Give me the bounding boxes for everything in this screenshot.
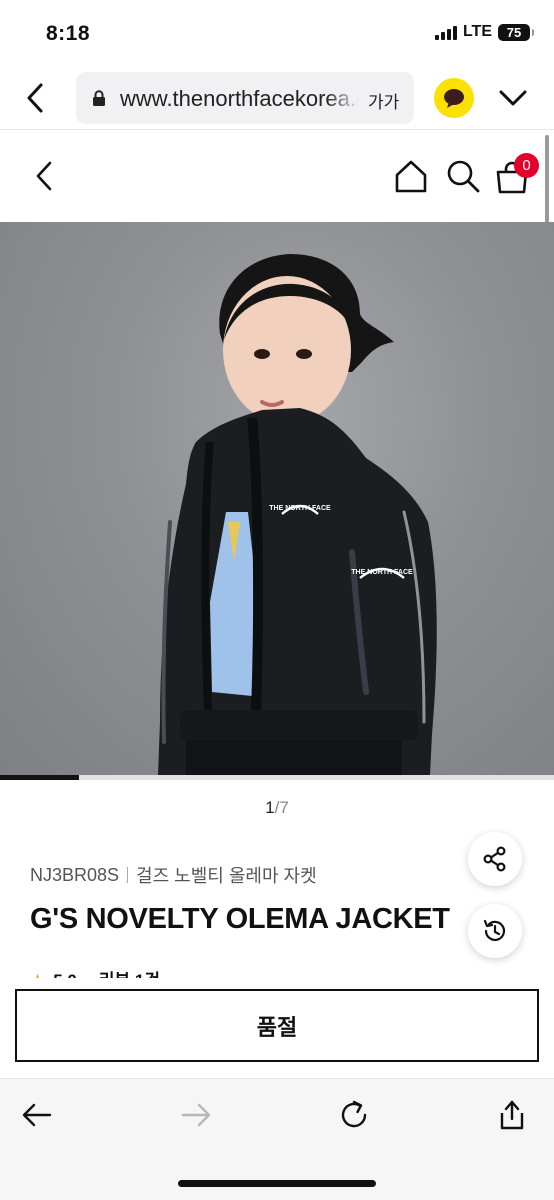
browser-more-button[interactable] — [496, 80, 530, 116]
pager-current: 1 — [265, 798, 275, 817]
pager-total: /7 — [274, 798, 289, 817]
status-bar: 8:18 LTE 75 — [0, 0, 554, 66]
url-text: www.thenorthfacekorea.co.kr — [120, 86, 358, 111]
back-chevron-icon — [27, 83, 43, 113]
purchase-bar: 품절 — [0, 978, 554, 1076]
left-eye — [254, 349, 270, 359]
product-name: G'S NOVELTY OLEMA JACKET — [30, 903, 450, 935]
chevron-down-icon — [499, 90, 527, 106]
share-icon — [500, 1100, 524, 1130]
model-photo: THE NORTH FACE THE NORTH FACE — [158, 254, 437, 775]
home-indicator[interactable] — [178, 1180, 376, 1187]
status-time: 8:18 — [46, 22, 91, 45]
kakaotalk-icon — [444, 89, 464, 108]
cart-count-badge: 0 — [514, 153, 539, 178]
gallery-pager: 1/7 — [0, 798, 554, 818]
search-icon — [447, 160, 480, 193]
status-indicators: LTE 75 — [434, 23, 534, 41]
home-button[interactable] — [392, 157, 430, 195]
sleeve-logo-text: THE NORTH FACE — [351, 569, 413, 576]
reload-icon — [341, 1100, 367, 1128]
gallery-progress-track — [0, 775, 554, 780]
meta-divider — [127, 867, 129, 883]
chest-logo-text: THE NORTH FACE — [269, 505, 331, 512]
product-korean-name: 걸즈 노벨티 올레마 자켓 — [136, 866, 317, 886]
browser-back-button[interactable] — [18, 78, 52, 118]
browser-address-bar: www.thenorthfacekorea.co.kr 가가 — [0, 66, 554, 130]
toolbar-share-button[interactable] — [492, 1095, 532, 1135]
share-icon — [483, 846, 506, 872]
recently-viewed-button[interactable] — [468, 904, 522, 958]
trousers — [186, 740, 402, 775]
back-chevron-icon — [36, 161, 52, 191]
network-type: LTE — [462, 23, 492, 40]
toolbar-forward-button[interactable] — [176, 1095, 216, 1135]
battery-icon: 75 — [498, 23, 534, 41]
share-float-button[interactable] — [468, 832, 522, 886]
product-meta: NJ3BR08S 걸즈 노벨티 올레마 자켓 — [30, 862, 317, 888]
soldout-button[interactable]: 품절 — [15, 989, 539, 1062]
jacket-left-edge — [201, 441, 214, 713]
home-icon — [395, 160, 427, 193]
text-size-button[interactable]: 가가 — [368, 88, 399, 113]
search-button[interactable] — [444, 157, 482, 195]
lock-icon — [93, 90, 105, 106]
toolbar-reload-button[interactable] — [334, 1095, 374, 1135]
product-image[interactable]: THE NORTH FACE THE NORTH FACE — [0, 222, 554, 775]
jacket-hem — [180, 710, 418, 740]
battery-level: 75 — [506, 24, 522, 40]
product-code: NJ3BR08S — [30, 864, 120, 885]
forward-arrow-icon — [181, 1103, 211, 1127]
right-eye — [296, 349, 312, 359]
mobile-screen: 8:18 LTE 75 www.thenorthfacekorea.co.kr … — [0, 0, 554, 1200]
page-back-button[interactable] — [26, 155, 62, 197]
url-field[interactable]: www.thenorthfacekorea.co.kr 가가 — [76, 72, 414, 124]
toolbar-back-button[interactable] — [17, 1095, 57, 1135]
url-fade — [326, 82, 360, 114]
site-header — [0, 131, 554, 221]
back-arrow-icon — [22, 1103, 52, 1127]
kakaotalk-button[interactable] — [434, 78, 474, 118]
scrollbar[interactable] — [545, 135, 549, 231]
signal-icon — [434, 25, 457, 40]
history-icon — [483, 919, 506, 941]
gallery-progress-fill — [0, 775, 80, 780]
